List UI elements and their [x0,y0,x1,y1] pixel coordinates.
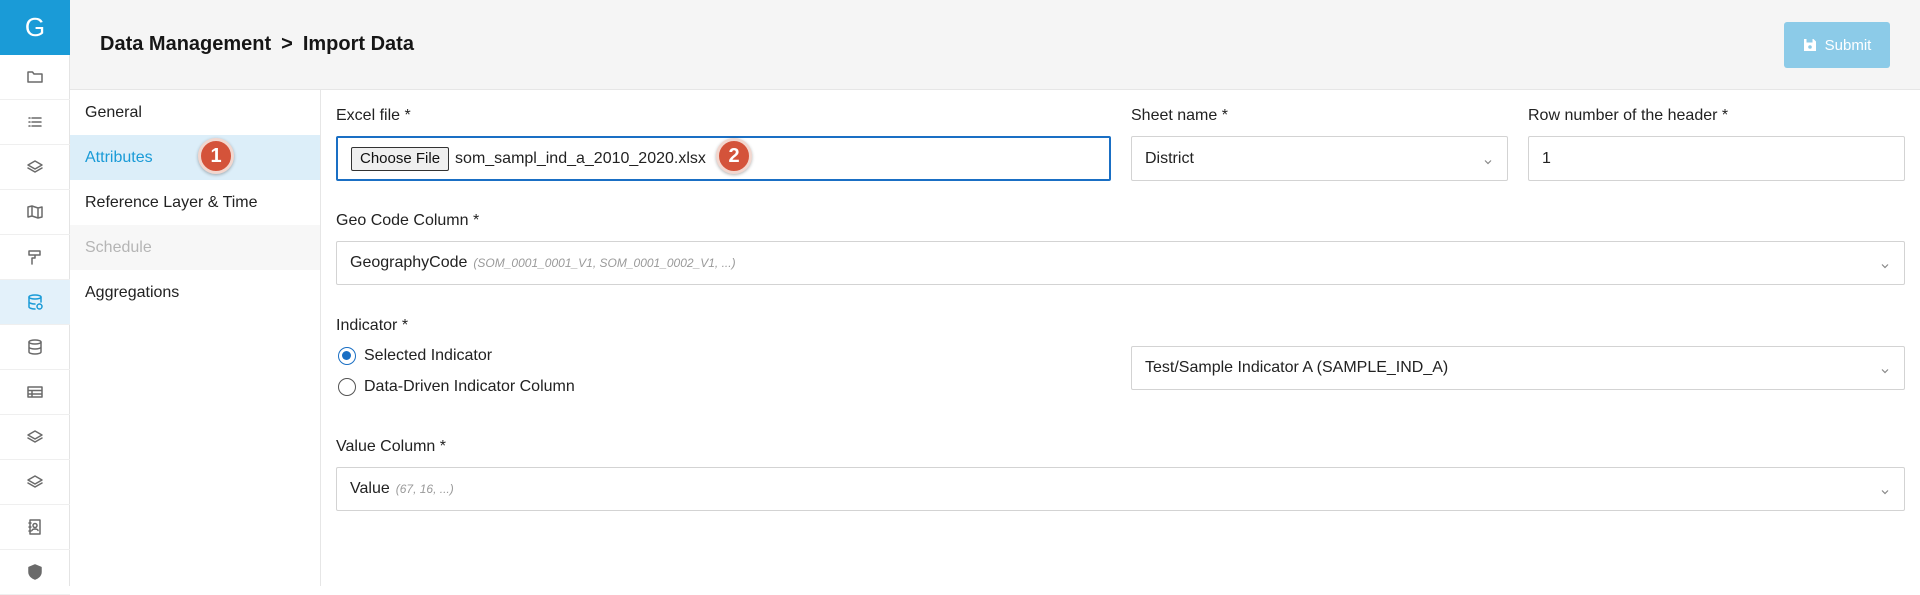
layers-icon[interactable] [0,145,70,190]
breadcrumb-separator: > [281,33,293,55]
database-icon[interactable] [0,325,70,370]
table-icon[interactable] [0,370,70,415]
indicator-value: Test/Sample Indicator A (SAMPLE_IND_A) [1145,359,1449,376]
value-column-value: Value [350,480,390,497]
step-badge-1: 1 [198,138,234,174]
breadcrumb-parent[interactable]: Data Management [100,33,271,56]
layers-alt-icon[interactable] [0,415,70,460]
map-icon[interactable] [0,190,70,235]
folder-icon[interactable] [0,55,70,100]
indicator-select[interactable]: Test/Sample Indicator A (SAMPLE_IND_A) [1131,346,1905,390]
selected-filename: som_sampl_ind_a_2010_2020.xlsx [455,149,706,167]
sheet-name-value: District [1145,149,1194,167]
tab-label: Schedule [85,238,152,256]
tab-aggregations[interactable]: Aggregations [70,270,320,315]
radio-label: Selected Indicator [364,347,493,364]
list-icon[interactable] [0,100,70,145]
radio-label: Data-Driven Indicator Column [364,378,575,395]
paint-roller-icon[interactable] [0,235,70,280]
value-column-label: Value Column * [336,438,446,455]
tab-label: Reference Layer & Time [85,193,258,211]
header-row-label: Row number of the header * [1528,107,1729,124]
submit-label: Submit [1824,36,1872,54]
layers-alt2-icon[interactable] [0,460,70,505]
radio-data-driven-indicator[interactable]: Data-Driven Indicator Column [338,378,575,396]
page-header: Data Management > Import Data Submit [70,0,1920,90]
step-badge-2: 2 [716,138,752,174]
header-row-value: 1 [1542,149,1551,167]
app-logo[interactable]: G [0,0,70,55]
contact-book-icon[interactable] [0,505,70,550]
shield-icon[interactable] [0,550,70,595]
tab-schedule: Schedule [70,225,320,270]
tab-attributes[interactable]: Attributes [70,135,320,180]
chevron-down-icon [1880,258,1890,269]
sheet-name-label: Sheet name * [1131,107,1228,124]
indicator-label: Indicator * [336,317,409,334]
page-title: Import Data [302,33,414,55]
chevron-down-icon [1483,154,1493,164]
radio-button[interactable] [338,347,356,365]
geo-code-select[interactable]: GeographyCode (SOM_0001_0001_V1, SOM_000… [336,241,1905,285]
breadcrumb: Data Management > Import Data [100,33,414,56]
radio-button[interactable] [338,378,356,396]
tab-label: Aggregations [85,283,180,301]
choose-file-button[interactable]: Choose File [351,146,450,171]
geo-code-value: GeographyCode [350,254,468,271]
tab-label: General [85,103,142,121]
value-column-hint: (67, 16, ...) [395,482,454,496]
save-icon [1803,39,1816,51]
value-column-select[interactable]: Value (67, 16, ...) [336,467,1905,511]
sheet-name-select[interactable]: District [1131,136,1508,181]
geo-code-hint: (SOM_0001_0001_V1, SOM_0001_0002_V1, ...… [473,256,736,270]
tab-general[interactable]: General [70,90,320,135]
header-row-input[interactable]: 1 [1528,136,1905,181]
icon-rail: G [0,0,70,595]
chevron-down-icon [1880,363,1890,374]
radio-selected-indicator[interactable]: Selected Indicator [338,347,492,365]
tab-reference-layer-time[interactable]: Reference Layer & Time [70,180,320,225]
submit-button[interactable]: Submit [1784,22,1890,68]
database-import-icon[interactable] [0,280,70,325]
form-tabs: General Attributes Reference Layer & Tim… [70,90,321,586]
tab-label: Attributes [85,148,153,166]
chevron-down-icon [1880,484,1890,495]
excel-file-label: Excel file * [336,107,411,124]
geo-code-label: Geo Code Column * [336,212,480,229]
